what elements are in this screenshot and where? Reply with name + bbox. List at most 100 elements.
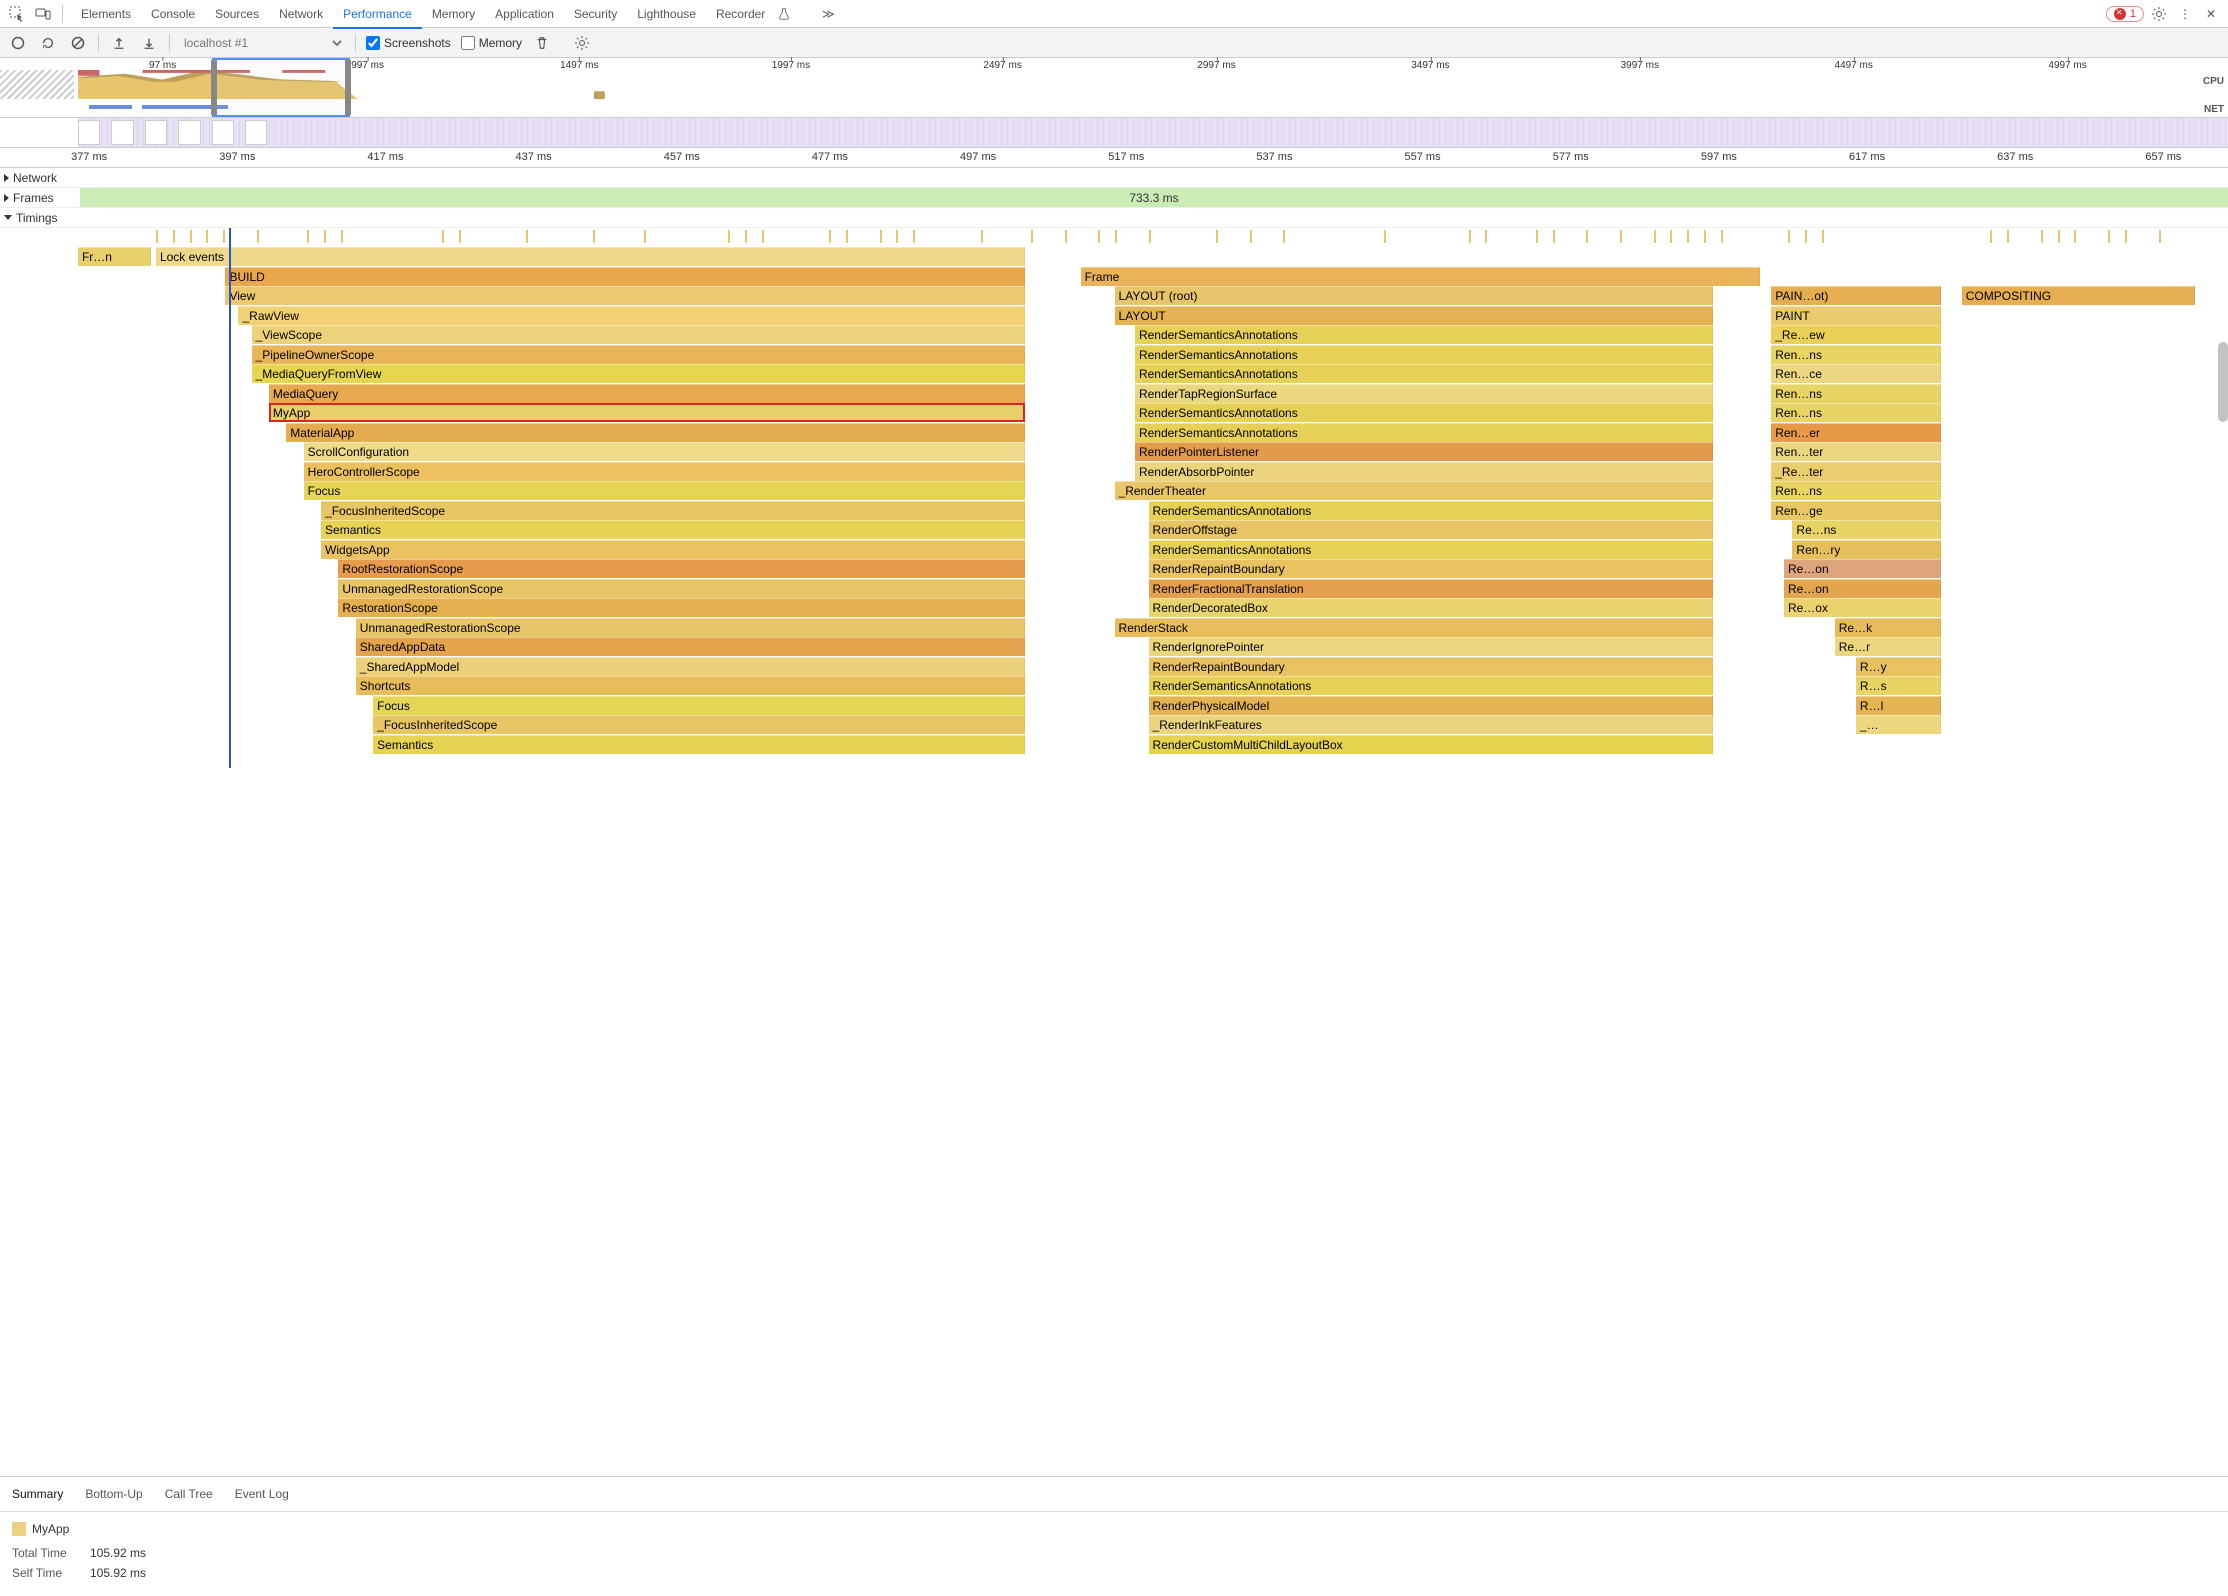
flame-bar[interactable]: _RenderTheater [1115,481,1713,500]
flame-bar[interactable]: _ViewScope [252,325,1025,344]
flame-bar[interactable]: _RawView [238,306,1024,325]
flame-bar[interactable]: RenderCustomMultiChildLayoutBox [1149,735,1713,754]
flame-bar[interactable]: PAINT [1771,306,1940,325]
flame-bar[interactable]: R…l [1856,696,1941,715]
flame-bar[interactable]: Fr…n [78,247,152,266]
flame-bar[interactable]: Re…ns [1792,520,1940,539]
flame-bar[interactable]: MaterialApp [286,423,1025,442]
flame-bar[interactable]: _SharedAppModel [356,657,1025,676]
flame-bar[interactable]: LAYOUT (root) [1115,286,1713,305]
flame-bar[interactable]: Semantics [373,735,1025,754]
flame-bar[interactable]: RenderPointerListener [1135,442,1713,461]
flame-bar[interactable]: Shortcuts [356,676,1025,695]
summary-tab-bottom-up[interactable]: Bottom-Up [83,1483,144,1505]
tab-performance[interactable]: Performance [333,1,422,29]
flame-bar[interactable]: RenderDecoratedBox [1149,598,1713,617]
target-select[interactable]: localhost #1 [180,35,345,51]
flame-bar[interactable]: RenderSemanticsAnnotations [1135,423,1713,442]
trash-icon[interactable] [532,33,552,53]
kebab-icon[interactable]: ⋮ [2174,3,2196,25]
flame-bar[interactable]: Ren…er [1771,423,1940,442]
clear-icon[interactable] [68,33,88,53]
flame-bar[interactable]: MyApp [269,403,1025,422]
flame-bar[interactable]: Ren…ce [1771,364,1940,383]
screenshots-checkbox[interactable]: Screenshots [366,36,451,50]
flame-bar[interactable]: Ren…ns [1771,384,1940,403]
flame-bar[interactable]: RenderStack [1115,618,1713,637]
flame-bar[interactable]: Lock events [156,247,1025,266]
tab-network[interactable]: Network [269,1,333,27]
flame-bar[interactable]: UnmanagedRestorationScope [356,618,1025,637]
memory-checkbox[interactable]: Memory [461,36,522,50]
flame-bar[interactable]: RenderFractionalTranslation [1149,579,1713,598]
flame-bar[interactable]: RootRestorationScope [338,559,1024,578]
flame-bar[interactable]: BUILD [225,267,1024,286]
network-track-header[interactable]: Network [0,168,2228,188]
record-icon[interactable] [8,33,28,53]
flame-bar[interactable]: Re…r [1835,637,1941,656]
reload-icon[interactable] [38,33,58,53]
tab-console[interactable]: Console [141,1,205,27]
close-icon[interactable]: ✕ [2200,3,2222,25]
flame-bar[interactable]: Focus [304,481,1025,500]
film-strip[interactable] [0,118,2228,148]
flame-bar[interactable]: Ren…ry [1792,540,1940,559]
flame-bar[interactable]: RenderSemanticsAnnotations [1149,676,1713,695]
tab-security[interactable]: Security [564,1,627,27]
tab-memory[interactable]: Memory [422,1,485,27]
flame-bar[interactable]: RenderSemanticsAnnotations [1135,345,1713,364]
flame-bar[interactable]: Semantics [321,520,1025,539]
flame-bar[interactable]: RenderAbsorbPointer [1135,462,1713,481]
more-tabs-icon[interactable]: ≫ [817,3,839,25]
flame-bar[interactable]: SharedAppData [356,637,1025,656]
flame-bar[interactable]: Focus [373,696,1025,715]
overview-timeline[interactable]: CPU NET 97 ms997 ms1497 ms1997 ms2497 ms… [0,58,2228,118]
flame-bar[interactable]: LAYOUT [1115,306,1713,325]
flame-bar[interactable]: Ren…ter [1771,442,1940,461]
summary-tab-summary[interactable]: Summary [10,1483,65,1505]
capture-settings-icon[interactable] [572,33,592,53]
frames-track-header[interactable]: Frames733.3 ms [0,188,2228,208]
flame-bar[interactable]: _… [1856,715,1941,734]
flame-bar[interactable]: COMPOSITING [1962,286,2195,305]
flame-bar[interactable]: RenderSemanticsAnnotations [1135,364,1713,383]
upload-icon[interactable] [109,33,129,53]
summary-tab-event-log[interactable]: Event Log [233,1483,291,1505]
download-icon[interactable] [139,33,159,53]
tab-elements[interactable]: Elements [71,1,141,27]
flame-bar[interactable]: Ren…ns [1771,403,1940,422]
flame-bar[interactable]: RenderTapRegionSurface [1135,384,1713,403]
flame-bar[interactable]: _Re…ter [1771,462,1940,481]
flame-bar[interactable]: Re…on [1784,559,1941,578]
inspect-icon[interactable] [6,3,28,25]
time-ruler[interactable]: 377 ms397 ms417 ms437 ms457 ms477 ms497 … [0,148,2228,168]
flame-bar[interactable]: Re…k [1835,618,1941,637]
flame-bar[interactable]: View [225,286,1024,305]
flame-bar[interactable]: UnmanagedRestorationScope [338,579,1024,598]
flame-bar[interactable]: RenderRepaintBoundary [1149,657,1713,676]
flame-bar[interactable]: RenderSemanticsAnnotations [1135,403,1713,422]
flame-bar[interactable]: RenderSemanticsAnnotations [1149,501,1713,520]
flame-bar[interactable]: RenderPhysicalModel [1149,696,1713,715]
timings-track-header[interactable]: Timings [0,208,2228,228]
flame-bar[interactable]: Ren…ns [1771,481,1940,500]
flame-bar[interactable]: MediaQuery [269,384,1025,403]
tab-recorder[interactable]: Recorder [706,1,775,27]
flame-bar[interactable]: RenderSemanticsAnnotations [1135,325,1713,344]
scrollbar[interactable] [2218,342,2228,422]
settings-icon[interactable] [2148,3,2170,25]
flame-bar[interactable]: _MediaQueryFromView [252,364,1025,383]
flame-bar[interactable]: _FocusInheritedScope [373,715,1025,734]
tab-sources[interactable]: Sources [205,1,269,27]
tab-lighthouse[interactable]: Lighthouse [627,1,706,27]
tab-application[interactable]: Application [485,1,564,27]
summary-tab-call-tree[interactable]: Call Tree [163,1483,215,1505]
flame-bar[interactable]: _PipelineOwnerScope [252,345,1025,364]
flame-bar[interactable]: _RenderInkFeatures [1149,715,1713,734]
flame-bar[interactable]: Ren…ge [1771,501,1940,520]
flame-chart[interactable]: Fr…n Warm-up frameLock eventsBUILDView_R… [0,228,2228,768]
flame-bar[interactable]: R…y [1856,657,1941,676]
flame-bar[interactable]: RenderIgnorePointer [1149,637,1713,656]
device-toggle-icon[interactable] [32,3,54,25]
flame-bar[interactable]: ScrollConfiguration [304,442,1025,461]
